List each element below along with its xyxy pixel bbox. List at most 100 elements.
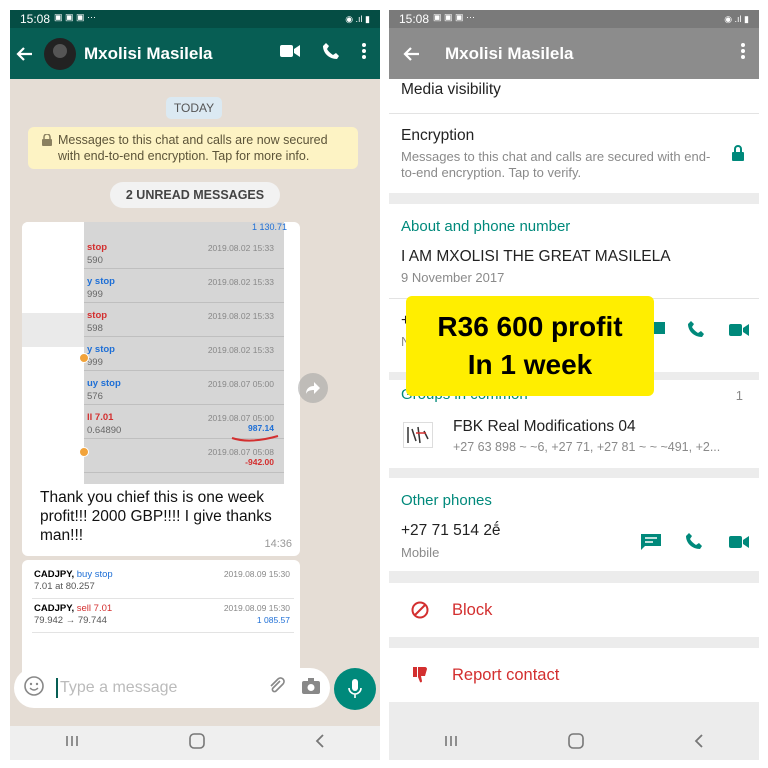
- trade-date: 2019.08.09 15:30: [223, 603, 290, 613]
- video-call-icon[interactable]: [280, 44, 300, 63]
- trade-value: 7.01 at 80.257: [34, 581, 95, 592]
- trade-value: 999: [87, 357, 103, 368]
- notification-icon: ▣ ▣ ▣ ⋯: [433, 12, 476, 22]
- trade-row: stop 598 2019.08.02 15:33: [84, 303, 284, 337]
- overlay-line-1: R36 600 profit: [437, 311, 623, 342]
- android-nav-bar: [389, 726, 759, 760]
- screenshot-band: [22, 313, 84, 347]
- phone-icon[interactable]: [322, 42, 340, 65]
- trade-date: 2019.08.02 15:33: [207, 243, 274, 253]
- back-arrow-icon[interactable]: [403, 45, 425, 63]
- trade-row: CADJPY, buy stop 7.01 at 80.257 2019.08.09…: [32, 565, 294, 599]
- other-phones-section: Other phones +27 71 514 2ḗ Mobile: [389, 478, 759, 571]
- status-bar: 15:08 ▣ ▣ ▣ ⋯ ◉ .ıl ▮: [10, 10, 380, 28]
- other-phone-number[interactable]: +27 71 514 2ḗ: [401, 522, 501, 540]
- signal-icon: ◉ .ıl ▮: [345, 13, 370, 24]
- pending-dot: [79, 447, 89, 457]
- red-underline: [231, 435, 279, 442]
- trade-label: stop: [87, 310, 108, 321]
- contact-name[interactable]: Mxolisi Masilela: [84, 44, 280, 64]
- trade-date: 2019.08.02 15:33: [207, 277, 274, 287]
- status-time: 15:08: [399, 12, 430, 26]
- trade-row: stop 590 2019.08.02 15:33: [84, 235, 284, 269]
- image-message[interactable]: 1 130.71 stop 590 2019.08.02 15:33 y stop 99…: [22, 222, 300, 556]
- trade-amount: -942.00: [245, 457, 274, 467]
- android-nav-bar: [10, 726, 380, 760]
- pending-dot: [79, 353, 89, 363]
- trade-row: 2019.08.07 05:08 -942.00: [84, 439, 284, 473]
- trade-pair-name: CADJPY,: [34, 569, 75, 580]
- attach-icon[interactable]: [268, 676, 286, 700]
- encryption-subtitle: Messages to this chat and calls are secu…: [401, 149, 711, 180]
- camera-icon[interactable]: [302, 677, 320, 699]
- trade-value: 576: [87, 391, 103, 402]
- emoji-icon[interactable]: [24, 675, 44, 701]
- trade-side: sell 7.01: [76, 603, 113, 614]
- avatar[interactable]: [44, 37, 76, 70]
- image-message-2[interactable]: CADJPY, buy stop 7.01 at 80.257 2019.08.09…: [22, 560, 300, 685]
- phone-icon[interactable]: [687, 320, 705, 343]
- chat-screen: 15:08 ▣ ▣ ▣ ⋯ ◉ .ıl ▮ Mxolisi Masilela TO…: [10, 10, 380, 760]
- overlay-line-2: In 1 week: [467, 349, 593, 380]
- encryption-notice-text: Messages to this chat and calls are now …: [58, 133, 328, 163]
- video-call-icon[interactable]: [729, 535, 749, 554]
- status-bar: 15:08 ▣ ▣ ▣ ⋯ ◉ .ıl ▮: [389, 10, 759, 28]
- notification-icon: ▣ ▣ ▣ ⋯: [54, 12, 97, 22]
- message-time: 14:36: [264, 538, 292, 550]
- mic-button[interactable]: [334, 668, 376, 710]
- contact-header: Mxolisi Masilela: [389, 28, 759, 79]
- about-text: I AM MXOLISI THE GREAT MASILELA: [401, 248, 671, 265]
- report-label[interactable]: Report contact: [452, 666, 559, 685]
- screenshot-top-value: 1 130.71: [252, 222, 288, 232]
- contact-name: Mxolisi Masilela: [445, 43, 574, 63]
- chat-area[interactable]: TODAY Messages to this chat and calls ar…: [10, 79, 380, 712]
- trade-amount: 1 085.57: [256, 615, 290, 625]
- about-date: 9 November 2017: [401, 270, 505, 285]
- groups-count: 1: [735, 388, 743, 403]
- media-section[interactable]: Media visibility Encryption Messages to …: [389, 79, 759, 193]
- group-name[interactable]: FBK Real Modifications 04: [453, 418, 636, 436]
- forward-icon: [306, 382, 320, 394]
- trade-row: uy stop 576 2019.08.07 05:00: [84, 371, 284, 405]
- trade-value: 0.64890: [87, 425, 122, 436]
- home-icon[interactable]: [568, 732, 584, 754]
- lock-icon: [42, 133, 52, 150]
- message-icon[interactable]: [641, 534, 661, 555]
- back-arrow-icon[interactable]: [16, 45, 38, 63]
- message-input-bar[interactable]: Type a message: [14, 668, 330, 708]
- forward-button[interactable]: [298, 373, 328, 403]
- block-icon: [411, 601, 429, 624]
- unread-banner: 2 UNREAD MESSAGES: [110, 182, 280, 208]
- trade-pair: CADJPY, buy stop: [34, 569, 113, 580]
- screenshot-left-area: [22, 222, 84, 484]
- encryption-notice[interactable]: Messages to this chat and calls are now …: [28, 127, 358, 169]
- trade-pair-name: CADJPY,: [34, 603, 75, 614]
- trade-side: buy stop: [76, 569, 113, 580]
- date-chip: TODAY: [166, 97, 222, 119]
- about-heading: About and phone number: [401, 218, 571, 235]
- recent-apps-icon[interactable]: [65, 734, 79, 753]
- more-options-icon[interactable]: [741, 43, 745, 64]
- media-visibility-label[interactable]: Media visibility: [401, 81, 501, 99]
- trade-value: 590: [87, 255, 103, 266]
- encryption-title[interactable]: Encryption: [401, 127, 474, 145]
- trade-date: 2019.08.09 15:30: [223, 569, 290, 579]
- recent-apps-icon[interactable]: [444, 734, 458, 753]
- trade-pair: CADJPY, sell 7.01: [34, 603, 112, 614]
- chat-header: Mxolisi Masilela: [10, 28, 380, 79]
- block-row[interactable]: Block: [389, 583, 759, 637]
- trade-label: uy stop: [87, 378, 121, 389]
- signal-icon: ◉ .ıl ▮: [724, 13, 749, 24]
- group-avatar[interactable]: [403, 422, 433, 448]
- trade-date: 2019.08.07 05:00: [207, 379, 274, 389]
- back-nav-icon[interactable]: [694, 733, 704, 753]
- more-options-icon[interactable]: [362, 43, 366, 64]
- back-nav-icon[interactable]: [315, 733, 325, 753]
- home-icon[interactable]: [189, 732, 205, 754]
- profit-overlay: R36 600 profit In 1 week: [406, 296, 654, 396]
- block-label[interactable]: Block: [452, 601, 492, 620]
- report-row[interactable]: Report contact: [389, 648, 759, 702]
- message-input[interactable]: Type a message: [56, 678, 268, 698]
- phone-icon[interactable]: [685, 532, 703, 555]
- video-call-icon[interactable]: [729, 323, 749, 342]
